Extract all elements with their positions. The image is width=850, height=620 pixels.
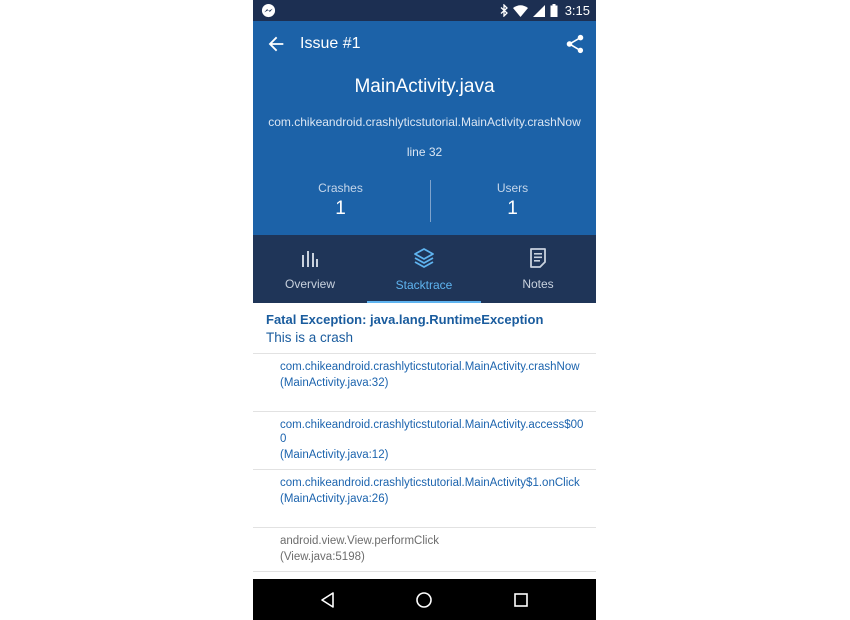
bar-chart-icon bbox=[302, 251, 318, 267]
signal-icon bbox=[532, 4, 545, 17]
exception-message: This is a crash bbox=[266, 330, 354, 345]
stat-users-value: 1 bbox=[507, 198, 518, 219]
stack-frame[interactable]: com.chikeandroid.crashlyticstutorial.Mai… bbox=[253, 412, 596, 470]
status-time: 3:15 bbox=[564, 3, 590, 18]
issue-line-number: line 32 bbox=[406, 145, 443, 159]
tab-overview-label: Overview bbox=[284, 277, 335, 291]
share-icon[interactable] bbox=[564, 33, 586, 55]
frame-method: android.view.View.performClick bbox=[280, 535, 439, 547]
wifi-icon bbox=[512, 4, 528, 17]
frame-location: (View.java:5198) bbox=[280, 551, 365, 563]
stat-crashes: Crashes 1 bbox=[255, 181, 426, 220]
stat-users-label: Users bbox=[496, 181, 529, 195]
stacktrace-content: Fatal Exception: java.lang.RuntimeExcept… bbox=[253, 303, 596, 579]
arrow-back-icon[interactable] bbox=[265, 33, 287, 55]
tab-overview[interactable]: Overview bbox=[253, 235, 367, 303]
stat-crashes-value: 1 bbox=[335, 198, 346, 219]
status-icons: 3:15 bbox=[500, 2, 590, 19]
exception-header: Fatal Exception: java.lang.RuntimeExcept… bbox=[253, 303, 596, 354]
messenger-icon bbox=[261, 3, 276, 18]
back-icon[interactable] bbox=[318, 590, 338, 610]
battery-icon bbox=[550, 4, 558, 17]
frame-location: (MainActivity.java:32) bbox=[280, 377, 389, 389]
frame-method: com.chikeandroid.crashlyticstutorial.Mai… bbox=[280, 477, 580, 489]
issue-header: Issue #1 MainActivity.java com.chikeandr… bbox=[253, 21, 596, 235]
frame-location: (MainActivity.java:12) bbox=[280, 449, 389, 461]
home-icon[interactable] bbox=[414, 590, 434, 610]
issue-method-name: com.chikeandroid.crashlyticstutorial.Mai… bbox=[268, 115, 581, 129]
navigation-bar bbox=[253, 579, 596, 620]
exception-title: Fatal Exception: java.lang.RuntimeExcept… bbox=[266, 312, 544, 327]
stack-frame[interactable]: com.chikeandroid.crashlyticstutorial.Mai… bbox=[253, 354, 596, 412]
frame-location: (MainActivity.java:26) bbox=[280, 493, 389, 505]
phone-screen: 3:15 Issue #1 MainActivity.java com.chik… bbox=[253, 0, 596, 620]
recents-icon[interactable] bbox=[511, 590, 531, 610]
tab-bar: Overview Stacktrace Notes bbox=[253, 235, 596, 303]
document-icon bbox=[530, 248, 546, 268]
issue-file-name: MainActivity.java bbox=[354, 76, 495, 97]
tab-notes-label: Notes bbox=[522, 277, 554, 291]
stack-frame[interactable]: com.chikeandroid.crashlyticstutorial.Mai… bbox=[253, 470, 596, 528]
tab-stacktrace[interactable]: Stacktrace bbox=[367, 235, 481, 303]
toolbar-title: Issue #1 bbox=[300, 35, 361, 52]
frame-method: com.chikeandroid.crashlyticstutorial.Mai… bbox=[280, 361, 580, 373]
layers-icon bbox=[414, 248, 434, 268]
tab-notes[interactable]: Notes bbox=[481, 235, 596, 303]
stack-frame[interactable]: android.view.View.performClick (View.jav… bbox=[253, 528, 596, 572]
stat-crashes-label: Crashes bbox=[318, 181, 363, 195]
stat-users: Users 1 bbox=[427, 181, 596, 220]
tab-stacktrace-label: Stacktrace bbox=[395, 278, 453, 292]
frame-method: com.chikeandroid.crashlyticstutorial.Mai… bbox=[280, 419, 584, 445]
bluetooth-icon bbox=[500, 4, 508, 17]
status-bar: 3:15 bbox=[253, 0, 596, 21]
